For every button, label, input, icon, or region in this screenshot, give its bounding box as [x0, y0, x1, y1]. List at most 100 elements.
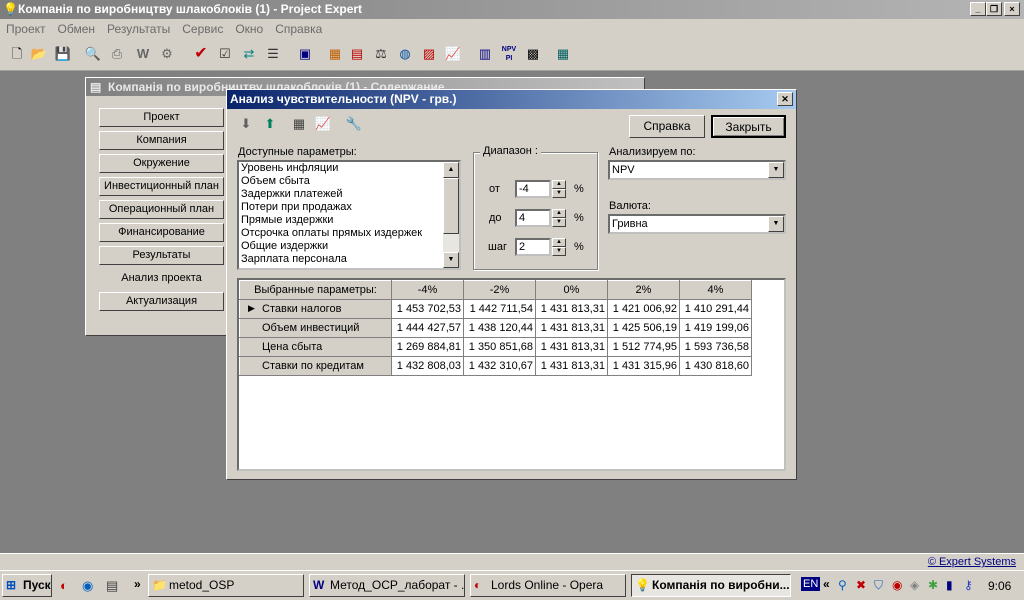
- analyze-by-select[interactable]: NPV ▼: [608, 160, 786, 180]
- usb-icon[interactable]: ⚷: [964, 578, 973, 592]
- network-icon[interactable]: ⚲: [838, 578, 847, 592]
- list-item[interactable]: Уровень инфляции: [239, 162, 459, 175]
- task-metod-osp[interactable]: 📁 metod_OSP: [148, 574, 304, 597]
- scroll-down-icon[interactable]: ▼: [443, 252, 459, 268]
- chart-icon[interactable]: ▤: [348, 45, 366, 63]
- nav-operating-plan[interactable]: Операционный план: [99, 200, 224, 219]
- from-up-icon[interactable]: ▲: [552, 180, 566, 189]
- table-cell[interactable]: 1 430 818,60: [679, 356, 752, 376]
- available-params-list[interactable]: Уровень инфляции Объем сбыта Задержки пл…: [237, 160, 461, 270]
- npv-icon[interactable]: NPV PI: [500, 45, 518, 63]
- to-down-icon[interactable]: ▼: [552, 218, 566, 227]
- table-cell[interactable]: 1 453 702,53: [391, 299, 464, 319]
- column-header[interactable]: -4%: [391, 280, 464, 300]
- nav-project-analysis[interactable]: Анализ проекта: [99, 269, 224, 288]
- settings-icon[interactable]: ⚙: [158, 45, 176, 63]
- network-error-icon[interactable]: ✖: [856, 578, 866, 592]
- currency-select[interactable]: Гривна ▼: [608, 214, 786, 234]
- table-cell[interactable]: 1 431 813,31: [535, 299, 608, 319]
- step-up-icon[interactable]: ▲: [552, 238, 566, 247]
- scroll-thumb[interactable]: [443, 178, 459, 234]
- opera-quick-icon[interactable]: ◐: [60, 578, 68, 593]
- row-header[interactable]: Ставки по кредитам: [239, 356, 392, 376]
- nav-project[interactable]: Проект: [99, 108, 224, 127]
- table-cell[interactable]: 1 444 427,57: [391, 318, 464, 338]
- new-icon[interactable]: 🗋: [8, 45, 26, 63]
- calculator-quick-icon[interactable]: ▤: [106, 578, 118, 594]
- table-row[interactable]: Объем инвестиций 1 444 427,57 1 438 120,…: [239, 318, 752, 338]
- wrench-icon[interactable]: 🔧: [345, 115, 363, 133]
- column-header[interactable]: 0%: [535, 280, 608, 300]
- chevron-down-icon[interactable]: ▼: [768, 216, 784, 232]
- chart-view-icon[interactable]: 📈: [314, 115, 332, 133]
- step-input[interactable]: 2: [515, 238, 551, 256]
- report-icon[interactable]: ▣: [296, 45, 314, 63]
- to-input[interactable]: 4: [515, 209, 551, 227]
- task-project-expert[interactable]: 💡 Компанія по виробни...: [631, 574, 791, 597]
- to-up-icon[interactable]: ▲: [552, 209, 566, 218]
- start-button[interactable]: ⊞ Пуск: [2, 574, 52, 597]
- column-header[interactable]: 2%: [607, 280, 680, 300]
- row-header[interactable]: Цена сбыта: [239, 337, 392, 357]
- close-dialog-button[interactable]: Закрыть: [711, 115, 786, 138]
- monitor-icon[interactable]: ◈: [910, 578, 919, 592]
- results-grid[interactable]: Выбранные параметры: -4% -2% 0% 2% 4% ▶ С…: [237, 278, 786, 471]
- nav-financing[interactable]: Финансирование: [99, 223, 224, 242]
- table-cell[interactable]: 1 410 291,44: [679, 299, 752, 319]
- shield-icon[interactable]: ⛉: [874, 578, 883, 593]
- media-quick-icon[interactable]: ◉: [82, 578, 93, 594]
- globe-icon[interactable]: ◍: [396, 45, 414, 63]
- task-opera[interactable]: ◐ Lords Online - Opera: [470, 574, 626, 597]
- table-cell[interactable]: 1 442 711,54: [463, 299, 536, 319]
- menu-project[interactable]: Проект: [0, 19, 52, 39]
- list-icon[interactable]: ☰: [264, 45, 282, 63]
- gear-icon[interactable]: ✱: [928, 578, 938, 592]
- column-header[interactable]: -2%: [463, 280, 536, 300]
- word-icon[interactable]: W: [134, 45, 152, 63]
- language-indicator[interactable]: EN: [801, 577, 821, 591]
- open-icon[interactable]: 📂: [30, 45, 48, 63]
- table-cell[interactable]: 1 438 120,44: [463, 318, 536, 338]
- menu-results[interactable]: Результаты: [101, 19, 176, 39]
- row-header[interactable]: Объем инвестиций: [239, 318, 392, 338]
- table-cell[interactable]: 1 269 884,81: [391, 337, 464, 357]
- nav-company[interactable]: Компания: [99, 131, 224, 150]
- calc-icon[interactable]: ▩: [524, 45, 542, 63]
- checklist-icon[interactable]: ☑: [216, 45, 234, 63]
- table-cell[interactable]: 1 593 736,58: [679, 337, 752, 357]
- scroll-up-icon[interactable]: ▲: [443, 162, 459, 178]
- antivirus-icon[interactable]: ◉: [892, 578, 902, 592]
- grid-icon[interactable]: ▥: [476, 45, 494, 63]
- restore-button[interactable]: ❐: [986, 2, 1002, 16]
- table-row[interactable]: Ставки по кредитам 1 432 808,03 1 432 31…: [239, 356, 752, 376]
- print-icon[interactable]: ⎙: [108, 45, 126, 63]
- save-icon[interactable]: 💾: [54, 45, 72, 63]
- list-scrollbar[interactable]: ▲ ▼: [443, 162, 459, 268]
- list-item[interactable]: Объем сбыта: [239, 175, 459, 188]
- menu-window[interactable]: Окно: [229, 19, 269, 39]
- list-item[interactable]: Прямые издержки: [239, 214, 459, 227]
- list-item[interactable]: Зарплата персонала: [239, 253, 459, 266]
- table-cell[interactable]: 1 431 813,31: [535, 337, 608, 357]
- chevron-down-icon[interactable]: ▼: [768, 162, 784, 178]
- step-down-icon[interactable]: ▼: [552, 247, 566, 256]
- quicklaunch-chevron[interactable]: »: [134, 577, 141, 591]
- expert-systems-link[interactable]: © Expert Systems: [928, 556, 1016, 568]
- table-cell[interactable]: 1 512 774,95: [607, 337, 680, 357]
- building-icon[interactable]: ▦: [554, 45, 572, 63]
- preview-icon[interactable]: 🔍: [84, 45, 102, 63]
- import-icon[interactable]: ⬇: [237, 115, 255, 133]
- table-cell[interactable]: 1 419 199,06: [679, 318, 752, 338]
- battery-icon[interactable]: ▮: [946, 578, 953, 592]
- column-header[interactable]: 4%: [679, 280, 752, 300]
- document-icon[interactable]: ▨: [420, 45, 438, 63]
- nav-investment-plan[interactable]: Инвестиционный план: [99, 177, 224, 196]
- table-cell[interactable]: 1 432 310,67: [463, 356, 536, 376]
- graph-icon[interactable]: 📈: [444, 45, 462, 63]
- from-down-icon[interactable]: ▼: [552, 189, 566, 198]
- table-view-icon[interactable]: ▦: [290, 115, 308, 133]
- table-row[interactable]: ▶ Ставки налогов 1 453 702,53 1 442 711,5…: [239, 299, 752, 319]
- nav-results[interactable]: Результаты: [99, 246, 224, 265]
- help-button[interactable]: Справка: [629, 115, 705, 138]
- row-header[interactable]: ▶ Ставки налогов: [239, 299, 392, 319]
